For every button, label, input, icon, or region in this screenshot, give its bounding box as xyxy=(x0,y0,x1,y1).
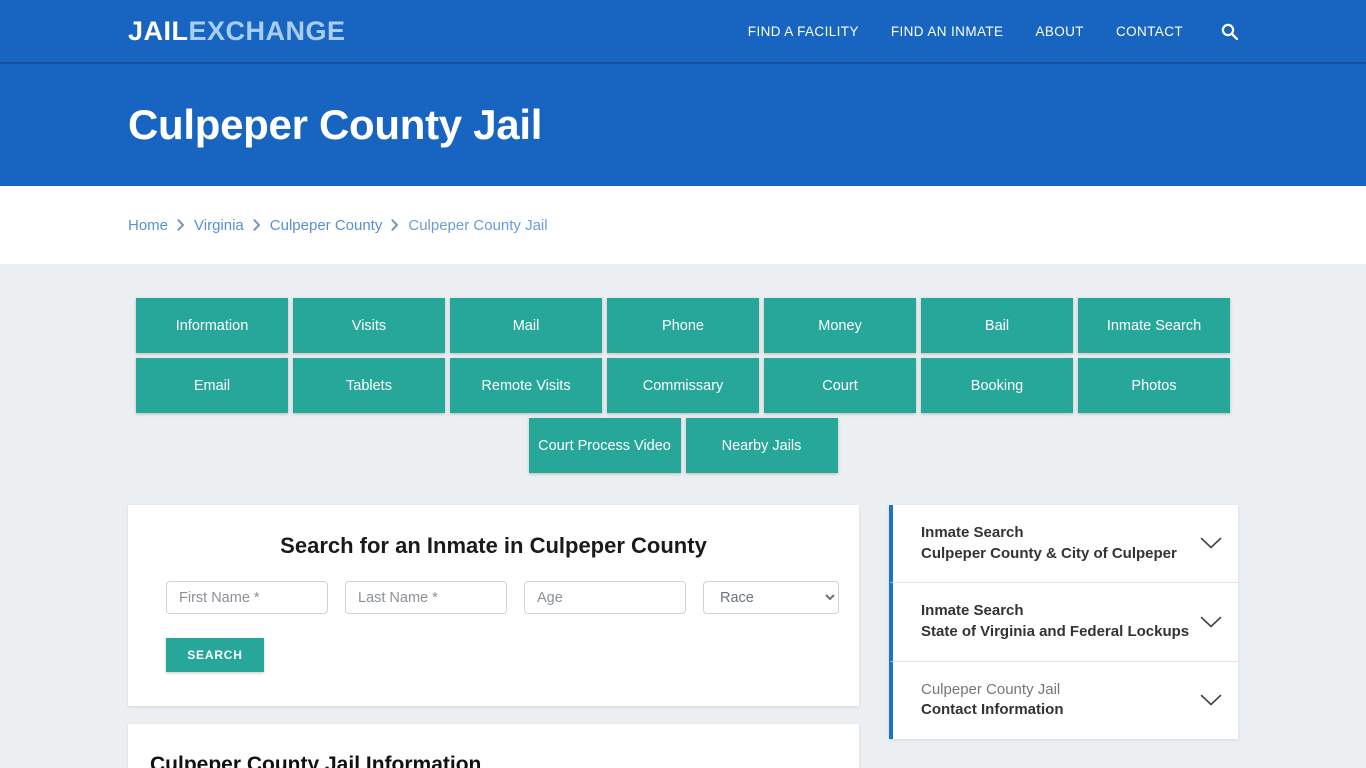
accordion-item-line1: Culpeper County Jail xyxy=(921,680,1061,698)
section-button-phone[interactable]: Phone xyxy=(607,298,759,353)
accordion-item-contact-information[interactable]: Culpeper County Jail Contact Information xyxy=(889,661,1238,740)
accordion-item-text: Culpeper County Jail Contact Information xyxy=(921,680,1190,721)
nav-item-find-a-facility[interactable]: FIND A FACILITY xyxy=(748,24,859,39)
sidebar-accordion: Inmate Search Culpeper County & City of … xyxy=(889,505,1238,740)
chevron-down-icon[interactable] xyxy=(1200,694,1222,707)
page-title: Culpeper County Jail xyxy=(128,101,543,148)
breadcrumb-item-current[interactable]: Culpeper County Jail xyxy=(408,217,547,234)
accordion-item-text: Inmate Search State of Virginia and Fede… xyxy=(921,601,1190,642)
section-button-mail[interactable]: Mail xyxy=(450,298,602,353)
first-name-input[interactable] xyxy=(166,581,328,614)
chevron-right-icon xyxy=(177,219,185,231)
site-logo[interactable]: JAIL EXCHANGE xyxy=(128,15,346,46)
right-column: Inmate Search Culpeper County & City of … xyxy=(889,505,1238,740)
section-button-information[interactable]: Information xyxy=(136,298,288,353)
chevron-right-icon xyxy=(253,219,261,231)
section-button-court-process-video[interactable]: Court Process Video xyxy=(528,418,681,473)
accordion-item-line1: Inmate Search xyxy=(921,602,1024,620)
accordion-item-line2: Culpeper County & City of Culpeper xyxy=(921,544,1177,562)
breadcrumb-item-culpeper-county[interactable]: Culpeper County xyxy=(270,217,383,234)
lower-content-area: Search for an Inmate in Culpeper County … xyxy=(128,505,1238,768)
section-button-tablets[interactable]: Tablets xyxy=(293,358,445,413)
logo-text-primary: JAIL xyxy=(128,15,189,46)
facility-section-buttons: Information Visits Mail Phone Money Bail… xyxy=(133,298,1233,473)
race-select[interactable]: Race xyxy=(703,581,839,614)
accordion-item-line1: Inmate Search xyxy=(921,524,1024,541)
chevron-down-icon[interactable] xyxy=(1200,537,1222,550)
section-button-visits[interactable]: Visits xyxy=(293,298,445,353)
breadcrumb-item-home[interactable]: Home xyxy=(128,217,168,234)
jail-information-heading: Culpeper County Jail Information xyxy=(150,753,482,768)
search-icon[interactable] xyxy=(1221,23,1238,40)
section-button-money[interactable]: Money xyxy=(764,298,916,353)
section-button-photos[interactable]: Photos xyxy=(1078,358,1230,413)
accordion-item-line2: State of Virginia and Federal Lockups xyxy=(921,623,1190,641)
section-button-booking[interactable]: Booking xyxy=(921,358,1073,413)
section-button-court[interactable]: Court xyxy=(764,358,916,413)
section-button-email[interactable]: Email xyxy=(136,358,288,413)
search-button[interactable]: SEARCH xyxy=(166,638,264,672)
accordion-item-text: Inmate Search Culpeper County & City of … xyxy=(921,523,1190,564)
chevron-down-icon[interactable] xyxy=(1200,616,1222,629)
inmate-search-heading: Search for an Inmate in Culpeper County xyxy=(280,533,707,558)
accordion-item-inmate-search-county[interactable]: Inmate Search Culpeper County & City of … xyxy=(889,505,1238,584)
chevron-right-icon xyxy=(391,219,399,231)
section-button-nearby-jails[interactable]: Nearby Jails xyxy=(685,418,838,473)
age-input[interactable] xyxy=(524,581,686,614)
site-header: JAIL EXCHANGE FIND A FACILITY FIND AN INM… xyxy=(0,0,1366,64)
section-button-bail[interactable]: Bail xyxy=(921,298,1073,353)
inmate-search-fields: Race xyxy=(148,581,839,614)
breadcrumb-item-virginia[interactable]: Virginia xyxy=(194,217,244,234)
accordion-item-inmate-search-state[interactable]: Inmate Search State of Virginia and Fede… xyxy=(889,583,1238,662)
section-button-remote-visits[interactable]: Remote Visits xyxy=(450,358,602,413)
main-content: Information Visits Mail Phone Money Bail… xyxy=(0,264,1366,768)
nav-item-about[interactable]: ABOUT xyxy=(1035,24,1084,39)
nav-item-find-an-inmate[interactable]: FIND AN INMATE xyxy=(891,24,1004,39)
page-title-banner: Culpeper County Jail xyxy=(0,64,1366,186)
inmate-search-card: Search for an Inmate in Culpeper County … xyxy=(128,505,859,706)
last-name-input[interactable] xyxy=(345,581,507,614)
logo-text-secondary: EXCHANGE xyxy=(188,15,346,46)
breadcrumb: Home Virginia Culpeper County Culpeper C… xyxy=(128,217,548,234)
accordion-item-line2: Contact Information xyxy=(921,701,1064,719)
jail-information-card: Culpeper County Jail Information xyxy=(128,724,859,768)
left-column: Search for an Inmate in Culpeper County … xyxy=(128,505,859,768)
breadcrumb-bar: Home Virginia Culpeper County Culpeper C… xyxy=(0,186,1366,264)
section-button-inmate-search[interactable]: Inmate Search xyxy=(1078,298,1230,353)
main-navigation: FIND A FACILITY FIND AN INMATE ABOUT CON… xyxy=(748,23,1238,40)
section-button-commissary[interactable]: Commissary xyxy=(607,358,759,413)
nav-item-contact[interactable]: CONTACT xyxy=(1116,24,1183,39)
